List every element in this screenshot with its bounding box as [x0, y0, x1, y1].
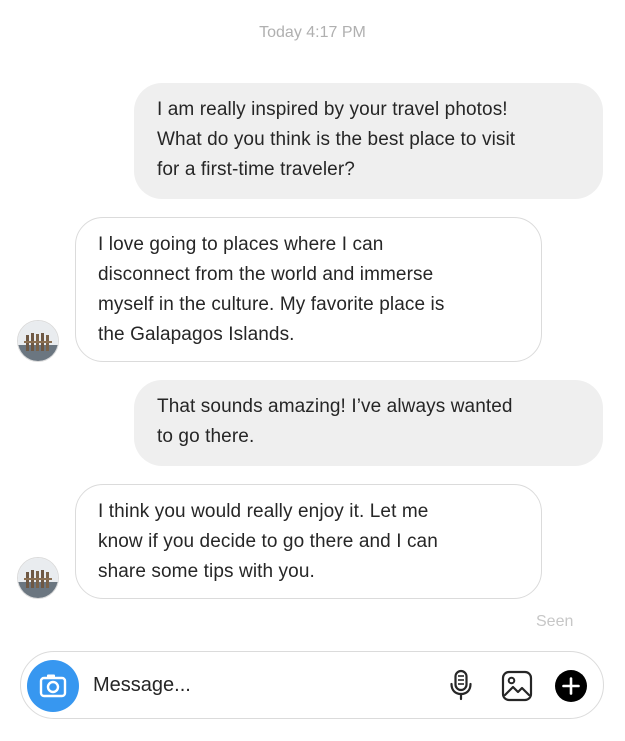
message-line: myself in the culture. My favorite place… [98, 294, 445, 315]
seen-indicator: Seen [536, 613, 574, 630]
message-line: I love going to places where I can [98, 234, 384, 255]
camera-button[interactable] [27, 660, 79, 712]
camera-icon [39, 674, 67, 698]
message-line: What do you think is the best place to v… [157, 129, 516, 150]
sent-message[interactable]: That sounds amazing! I’ve always wanted … [134, 380, 603, 466]
message-input[interactable] [93, 670, 393, 700]
received-message[interactable]: I love going to places where I can disco… [75, 217, 542, 362]
add-photo-button[interactable] [499, 668, 535, 704]
message-line: I am really inspired by your travel phot… [157, 99, 508, 120]
plus-icon [555, 670, 587, 702]
microphone-icon [450, 669, 472, 701]
sender-avatar[interactable] [17, 557, 59, 599]
sender-avatar[interactable] [17, 320, 59, 362]
message-line: I think you would really enjoy it. Let m… [98, 501, 429, 522]
message-line: for a first-time traveler? [157, 159, 355, 180]
message-line: disconnect from the world and immerse [98, 264, 434, 285]
message-line: the Galapagos Islands. [98, 324, 295, 345]
sent-message[interactable]: I am really inspired by your travel phot… [134, 83, 603, 199]
message-line: to go there. [157, 426, 255, 447]
message-composer [20, 651, 604, 719]
avatar-photo [18, 558, 58, 598]
message-line: know if you decide to go there and I can [98, 531, 438, 552]
message-line: That sounds amazing! I’ve always wanted [157, 396, 513, 417]
more-options-button[interactable] [553, 668, 589, 704]
image-icon [501, 670, 533, 702]
avatar-photo [18, 321, 58, 361]
thread-timestamp: Today 4:17 PM [259, 24, 366, 41]
voice-message-button[interactable] [443, 667, 479, 703]
message-line: share some tips with you. [98, 561, 315, 582]
received-message[interactable]: I think you would really enjoy it. Let m… [75, 484, 542, 599]
